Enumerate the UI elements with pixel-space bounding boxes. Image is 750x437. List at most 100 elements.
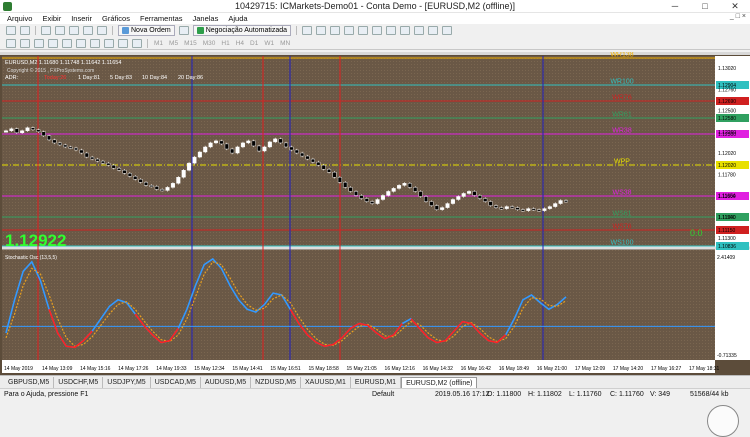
label-icon[interactable] (118, 38, 128, 48)
text-icon[interactable] (104, 38, 114, 48)
candle (90, 156, 95, 160)
autoscroll-icon[interactable] (400, 26, 411, 35)
timeframe-m1[interactable]: M1 (154, 40, 163, 47)
menu-view[interactable]: Exibir (37, 14, 66, 23)
candlestick-icon[interactable] (316, 26, 327, 35)
menu-charts[interactable]: Gráficos (97, 14, 135, 23)
candle (526, 208, 531, 211)
mdi-controls[interactable]: _ □ × (730, 13, 746, 20)
indicators-icon[interactable] (414, 26, 425, 35)
timeframe-w1[interactable]: W1 (264, 40, 274, 47)
candle (197, 151, 202, 158)
timeframe-m15[interactable]: M15 (184, 40, 197, 47)
timeframe-m30[interactable]: M30 (203, 40, 216, 47)
auto-trading-button[interactable]: Negociação Automatizada (192, 25, 292, 36)
menu-window[interactable]: Janelas (188, 14, 224, 23)
time-tick-label: 15 May 18:58 (308, 366, 339, 372)
candle (192, 156, 197, 164)
candle (63, 144, 68, 148)
chart-window[interactable]: WR138 WR100 1.12904 WR76 1.12690 WR61 1.12580 W… (0, 52, 750, 437)
timeframe-h1[interactable]: H1 (221, 40, 229, 47)
navigator-icon[interactable] (69, 26, 79, 35)
new-order-icon (122, 27, 129, 34)
chart-shift-icon[interactable] (386, 26, 397, 35)
arrows-icon[interactable] (132, 38, 142, 48)
minimize-button[interactable]: ─ (660, 0, 690, 13)
trendline-icon[interactable] (62, 38, 72, 48)
level-label-ws38: WS38 (612, 190, 631, 197)
menu-tools[interactable]: Ferramentas (135, 14, 188, 23)
level-label-wpp: WPP (614, 159, 630, 166)
tab-audusd-m5[interactable]: AUDUSD,M5 (201, 376, 252, 388)
tab-xauusd-m1[interactable]: XAUUSD,M1 (301, 376, 351, 388)
copyright-text: Copyright © 2015 , FXProSystems.com (7, 67, 94, 74)
close-button[interactable]: ✕ (720, 0, 750, 13)
candle (434, 205, 439, 210)
profiles-icon[interactable] (20, 26, 30, 35)
magnifier-button[interactable] (707, 405, 739, 437)
periods-icon[interactable] (428, 26, 439, 35)
adr-10day: 10 Day:84 (142, 75, 167, 81)
tab-usdjpy-m5[interactable]: USDJPY,M5 (103, 376, 151, 388)
horizontal-line-icon[interactable] (48, 38, 58, 48)
templates-icon[interactable] (442, 26, 453, 35)
status-traffic: 51568/44 kb (690, 391, 729, 398)
bar-chart-icon[interactable] (302, 26, 313, 35)
timeframe-mn[interactable]: MN (280, 40, 290, 47)
tab-nzdusd-m5[interactable]: NZDUSD,M5 (251, 376, 301, 388)
candle (235, 146, 240, 154)
new-chart-icon[interactable] (6, 26, 16, 35)
timeframe-m5[interactable]: M5 (169, 40, 178, 47)
channel-icon[interactable] (76, 38, 86, 48)
line-chart-icon[interactable] (330, 26, 341, 35)
tile-windows-icon[interactable] (372, 26, 383, 35)
fibonacci-icon[interactable] (90, 38, 100, 48)
terminal-icon[interactable] (83, 26, 93, 35)
vertical-line-icon[interactable] (34, 38, 44, 48)
menu-file[interactable]: Arquivo (2, 14, 37, 23)
tab-usdchf-m5[interactable]: USDCHF,M5 (54, 376, 104, 388)
menu-insert[interactable]: Inserir (66, 14, 97, 23)
tab-gbpusd-m5[interactable]: GBPUSD,M5 (4, 376, 55, 388)
data-window-icon[interactable] (55, 26, 65, 35)
candle (230, 148, 235, 154)
candle (467, 191, 472, 194)
price-tick-label: 1.12260 (718, 130, 736, 136)
zoom-out-icon[interactable] (358, 26, 369, 35)
indicator-area[interactable] (2, 250, 715, 360)
crosshair-icon[interactable] (20, 38, 30, 48)
candle (133, 176, 138, 180)
candle (181, 170, 186, 178)
candle (558, 200, 563, 204)
tab-eurusd-m2-offline[interactable]: EURUSD,M2 (offline) (401, 376, 478, 388)
timeframe-h4[interactable]: H4 (236, 40, 244, 47)
status-profile[interactable]: Default (372, 391, 394, 398)
tester-icon[interactable] (97, 26, 107, 35)
chart-canvas[interactable]: WR138WR1001.12904WR761.12690WR611.12580W… (0, 52, 750, 375)
candle (348, 187, 353, 192)
candle (402, 183, 407, 186)
toolbar-separator (112, 26, 113, 35)
cursor-icon[interactable] (6, 38, 16, 48)
candle (30, 127, 35, 130)
price-tick-label: 1.11300 (718, 236, 736, 242)
status-volume: V: 349 (650, 391, 670, 398)
time-tick-label: 16 May 18:49 (499, 366, 530, 372)
metaeditor-icon[interactable] (178, 26, 189, 35)
zoom-in-icon[interactable] (344, 26, 355, 35)
candle (160, 189, 165, 192)
price-tick-label: 1.13020 (718, 66, 736, 72)
candle (547, 206, 552, 209)
candle (127, 173, 132, 177)
tab-usdcad-m5[interactable]: USDCAD,M5 (151, 376, 201, 388)
maximize-button[interactable]: □ (690, 0, 720, 13)
market-watch-icon[interactable] (41, 26, 51, 35)
candle (203, 146, 208, 153)
timeframe-d1[interactable]: D1 (250, 40, 258, 47)
candle (68, 146, 73, 149)
auto-trading-icon (196, 27, 204, 34)
candle (278, 138, 283, 144)
tab-eurusd-m1[interactable]: EURUSD,M1 (351, 376, 402, 388)
new-order-button[interactable]: Nova Ordem (118, 25, 175, 36)
menu-help[interactable]: Ajuda (223, 14, 252, 23)
